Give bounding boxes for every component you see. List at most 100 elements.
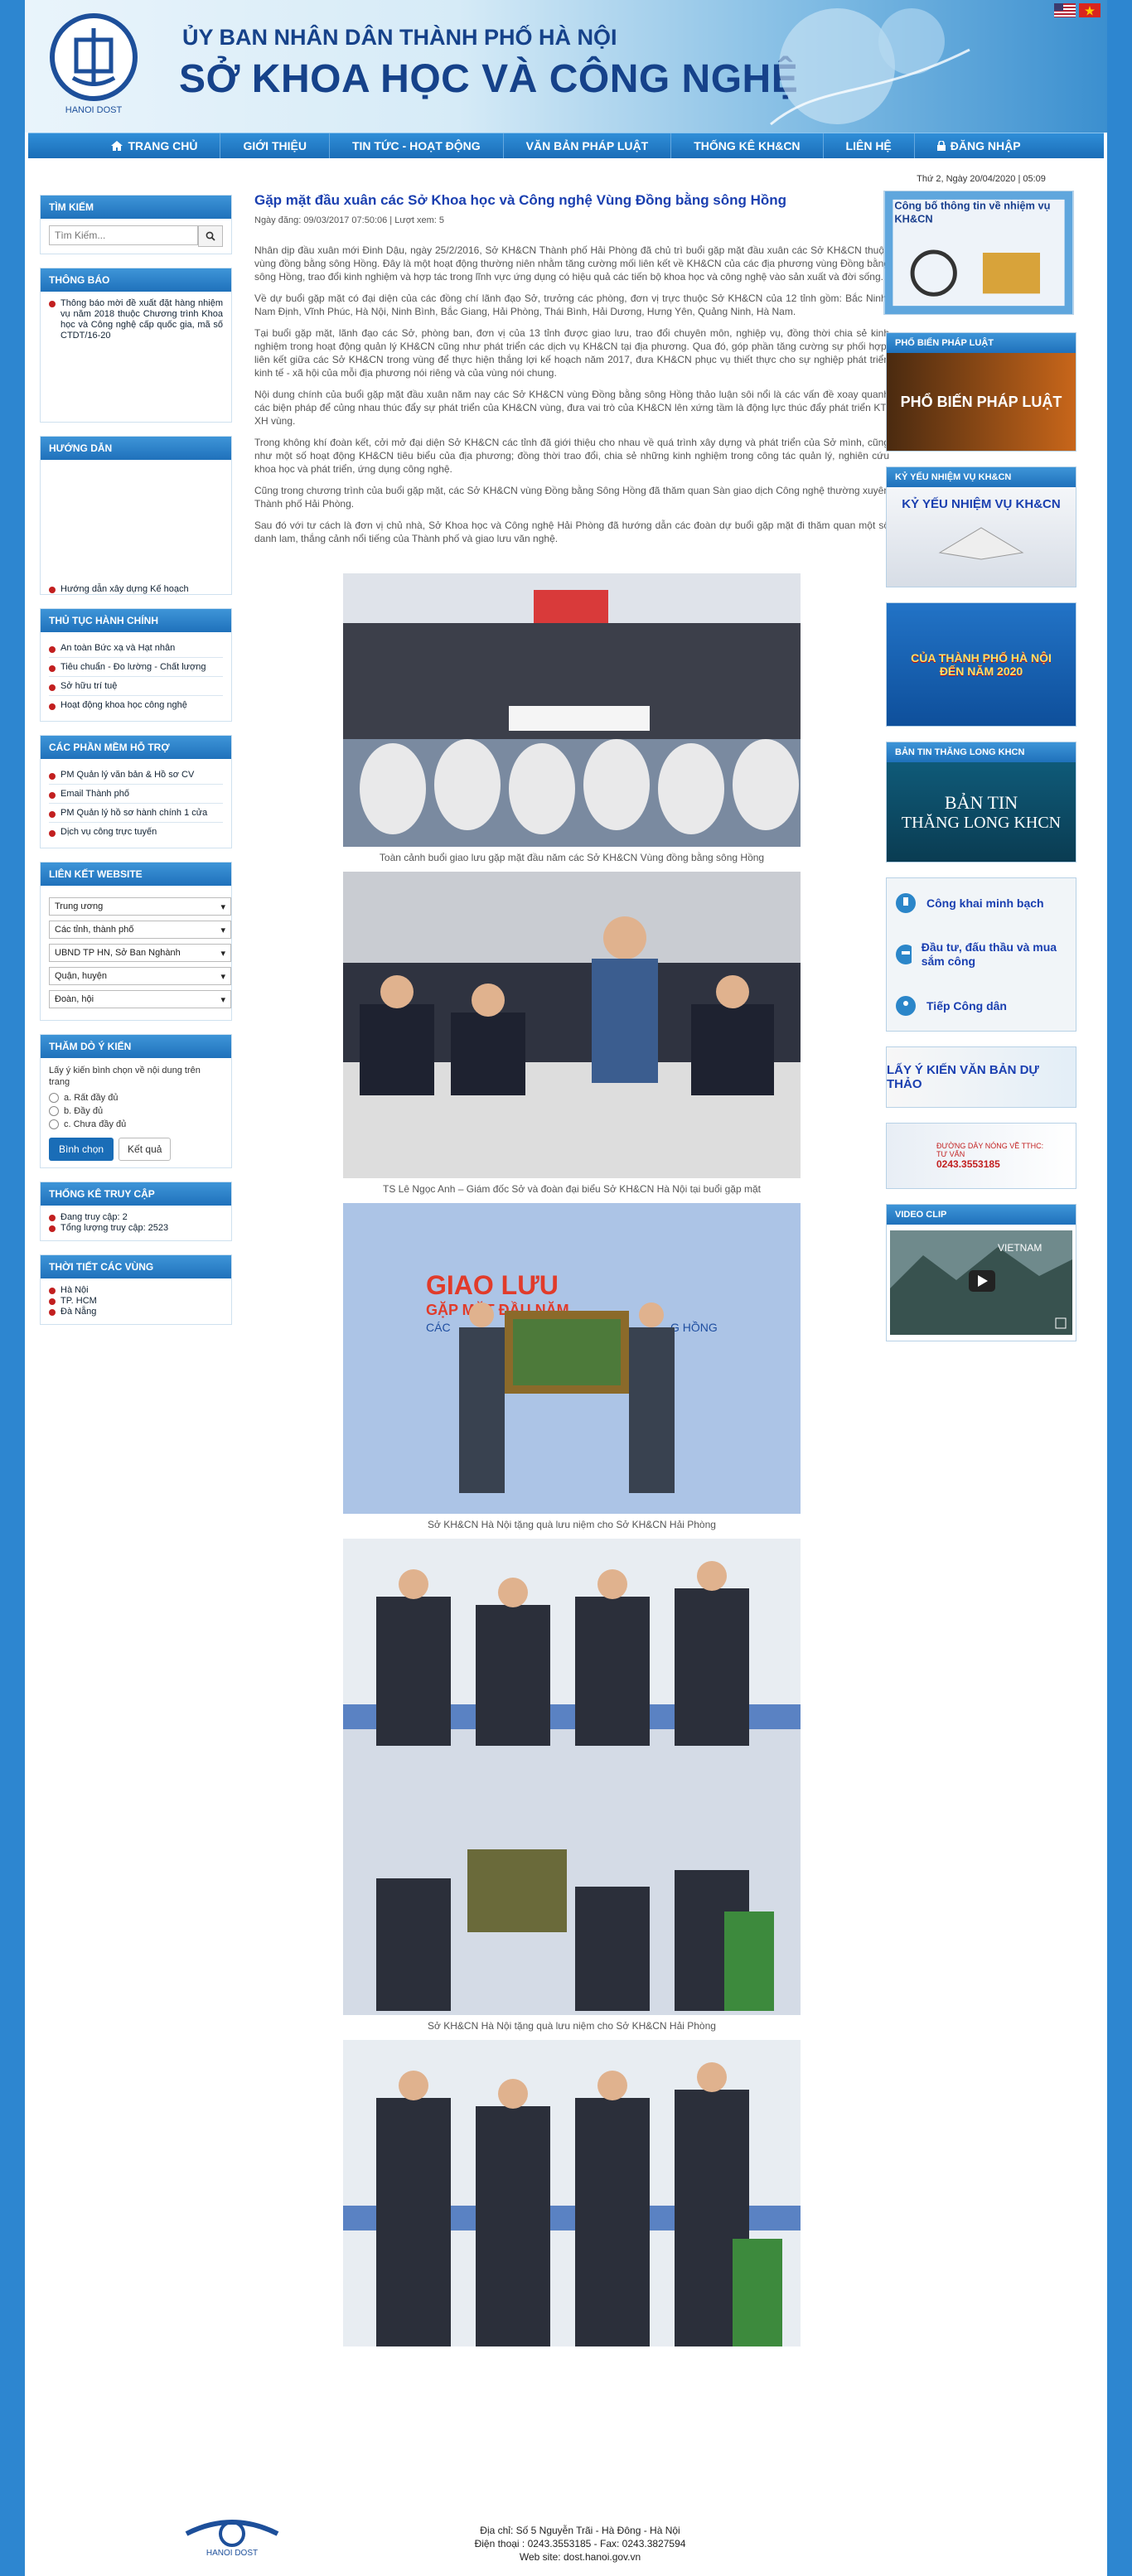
nav-home[interactable]: TRANG CHỦ <box>89 133 221 158</box>
dropdown-arrow-icon: ▾ <box>220 948 225 959</box>
nav-contact[interactable]: LIÊN HỆ <box>824 133 915 158</box>
header-title-line2: SỞ KHOA HỌC VÀ CÔNG NGHỆ <box>179 57 799 101</box>
software-item[interactable]: Dịch vụ công trực tuyến <box>49 823 223 841</box>
law-box: PHỔ BIẾN PHÁP LUẬT PHỔ BIẾN PHÁP LUẬT <box>886 332 1076 452</box>
article-photo <box>343 1539 801 2015</box>
software-item[interactable]: PM Quản lý hồ sơ hành chính 1 cửa <box>49 804 223 823</box>
yearbook-box: KỶ YẾU NHIỆM VỤ KH&CN KỶ YẾU NHIỆM VỤ KH… <box>886 466 1076 587</box>
radio-icon[interactable] <box>49 1093 59 1103</box>
bullet-icon <box>49 772 56 780</box>
footer-logo-caption: HANOI DOST <box>206 2549 258 2557</box>
admin-item[interactable]: Sở hữu trí tuệ <box>49 677 223 696</box>
video-player[interactable]: VIETNAM <box>890 1230 1072 1335</box>
bullet-icon <box>49 703 56 710</box>
search-input[interactable] <box>49 225 198 245</box>
language-switcher <box>1054 3 1101 17</box>
article-paragraph: Trong không khí đoàn kết, cởi mở đại diệ… <box>254 437 889 475</box>
article-title[interactable]: Gặp mặt đầu xuân các Sở Khoa học và Công… <box>254 192 889 209</box>
search-button[interactable] <box>197 225 223 247</box>
public-link[interactable]: Đầu tư, đấu thầu và mua sắm công <box>887 928 1076 981</box>
article-paragraph: Về dự buổi gặp mặt có đại diện của các đ… <box>254 292 889 317</box>
admin-procedures-box: THỦ TỤC HÀNH CHÍNH An toàn Bức xạ và Hạt… <box>40 608 232 722</box>
weather-item[interactable]: Đà Nẵng <box>49 1307 223 1317</box>
article-photo <box>343 2040 801 2346</box>
weather-box: THỜI TIẾT CÁC VÙNG Hà Nội TP. HCM Đà Nẵn… <box>40 1254 232 1325</box>
article-photo <box>343 872 801 1178</box>
software-box: CÁC PHẦN MỀM HỖ TRỢ PM Quản lý văn bản &… <box>40 735 232 848</box>
science-info-banner[interactable]: Công bố thông tin về nhiệm vụ KH&CN <box>883 191 1074 315</box>
vote-button[interactable]: Bình chọn <box>49 1138 114 1161</box>
footer-website[interactable]: Web site: dost.hanoi.gov.vn <box>431 2550 729 2564</box>
newsletter-banner[interactable]: BẢN TIN THĂNG LONG KHCN <box>887 762 1076 862</box>
bullet-icon <box>49 1309 56 1316</box>
poll-box: THĂM DÒ Ý KIẾN Lấy ý kiến bình chọn về n… <box>40 1034 232 1168</box>
gavel-icon <box>896 945 912 964</box>
bullet-icon <box>49 645 56 653</box>
notice-box: THÔNG BÁO Thông báo mời đề xuất đặt hàng… <box>40 268 232 423</box>
stats-total: Tổng lượng truy cập: 2523 <box>49 1223 223 1234</box>
nav-login[interactable]: ĐĂNG NHẬP <box>915 133 1043 158</box>
weather-item[interactable]: Hà Nội <box>49 1285 223 1296</box>
bullet-icon <box>49 301 56 307</box>
poll-option[interactable]: c. Chưa đầy đủ <box>49 1119 223 1129</box>
notice-item[interactable]: Thông báo mời đề xuất đặt hàng nhiệm vụ … <box>49 298 223 341</box>
hanoi-dost-logo[interactable]: HANOI DOST <box>48 12 139 118</box>
city-2020-banner[interactable]: CỦA THÀNH PHỐ HÀ NỘI ĐẾN NĂM 2020 <box>886 602 1076 727</box>
website-links-title: LIÊN KẾT WEBSITE <box>41 863 231 886</box>
english-flag-icon[interactable] <box>1054 3 1076 17</box>
software-item[interactable]: Email Thành phố <box>49 785 223 804</box>
admin-item[interactable]: An toàn Bức xạ và Hạt nhân <box>49 639 223 658</box>
public-link[interactable]: Tiếp Công dân <box>887 981 1076 1031</box>
nav-statistics[interactable]: THỐNG KÊ KH&CN <box>671 133 824 158</box>
law-banner[interactable]: PHỔ BIẾN PHÁP LUẬT <box>887 353 1076 451</box>
search-box: TÌM KIẾM <box>40 195 232 254</box>
link-select-districts[interactable]: Quận, huyện ▾ <box>49 967 231 985</box>
stats-box-title: THỐNG KÊ TRUY CẬP <box>41 1182 231 1206</box>
nav-legal-docs[interactable]: VĂN BẢN PHÁP LUẬT <box>504 133 672 158</box>
video-watermark: VIETNAM <box>998 1242 1042 1254</box>
admin-item[interactable]: Tiêu chuẩn - Đo lường - Chất lượng <box>49 658 223 677</box>
poll-option[interactable]: a. Rất đầy đủ <box>49 1093 223 1103</box>
home-icon <box>111 141 123 151</box>
vietnam-flag-icon[interactable] <box>1079 3 1101 17</box>
yearbook-banner[interactable]: KỶ YẾU NHIỆM VỤ KH&CN <box>887 487 1076 587</box>
software-item[interactable]: PM Quản lý văn bản & Hồ sơ CV <box>49 766 223 785</box>
photo-banner-text: G HỒNG <box>670 1320 718 1334</box>
guide-box: HƯỚNG DẪN Hướng dẫn xây dựng Kế hoạch <box>40 436 232 595</box>
radio-icon[interactable] <box>49 1119 59 1129</box>
weather-box-title: THỜI TIẾT CÁC VÙNG <box>41 1255 231 1278</box>
draft-docs-banner[interactable]: LẤY Ý KIẾN VĂN BẢN DỰ THẢO <box>886 1046 1076 1108</box>
citizen-icon <box>896 996 916 1016</box>
guide-item[interactable]: Hướng dẫn xây dựng Kế hoạch <box>49 584 223 595</box>
hotline-banner[interactable]: ĐƯỜNG DÂY NÓNG VỀ TTHC: TƯ VẤN 0243.3553… <box>886 1123 1076 1189</box>
bullet-icon <box>49 1225 56 1232</box>
poll-option[interactable]: b. Đầy đủ <box>49 1106 223 1116</box>
link-select-central[interactable]: Trung ương ▾ <box>49 897 231 916</box>
poll-box-title: THĂM DÒ Ý KIẾN <box>41 1035 231 1058</box>
bullet-icon <box>49 810 56 818</box>
weather-item[interactable]: TP. HCM <box>49 1296 223 1307</box>
article: Gặp mặt đầu xuân các Sở Khoa học và Công… <box>254 189 889 2346</box>
video-box: VIDEO CLIP VIETNAM <box>886 1204 1076 1341</box>
results-button[interactable]: Kết quả <box>119 1138 172 1161</box>
link-select-unions[interactable]: Đoàn, hội ▾ <box>49 990 231 1008</box>
yearbook-box-title: KỶ YẾU NHIỆM VỤ KH&CN <box>887 467 1076 487</box>
link-select-departments[interactable]: UBND TP HN, Sở Ban Nghành ▾ <box>49 944 231 962</box>
nav-about[interactable]: GIỚI THIỆU <box>220 133 330 158</box>
admin-item[interactable]: Hoạt động khoa học công nghệ <box>49 696 223 714</box>
admin-procedures-title: THỦ TỤC HÀNH CHÍNH <box>41 609 231 632</box>
public-link[interactable]: Công khai minh bạch <box>887 878 1076 928</box>
bullet-icon <box>49 791 56 799</box>
footer-address: Địa chỉ: Số 5 Nguyễn Trãi - Hà Đông - Hà… <box>480 2525 680 2536</box>
link-select-provinces[interactable]: Các tỉnh, thành phố ▾ <box>49 921 231 939</box>
radio-icon[interactable] <box>49 1106 59 1116</box>
poll-question: Lấy ý kiến bình chọn về nội dung trên tr… <box>49 1066 201 1087</box>
bullet-icon <box>49 587 56 593</box>
site-header: HANOI DOST ỦY BAN NHÂN DÂN THÀNH PHỐ HÀ … <box>25 0 1107 133</box>
video-box-title: VIDEO CLIP <box>887 1205 1076 1225</box>
newsletter-box: BẢN TIN THĂNG LONG KHCN BẢN TIN THĂNG LO… <box>886 742 1076 863</box>
website-links-box: LIÊN KẾT WEBSITE Trung ương ▾ Các tỉnh, t… <box>40 862 232 1021</box>
nav-news[interactable]: TIN TỨC - HOẠT ĐỘNG <box>330 133 504 158</box>
stats-online: Đang truy cập: 2 <box>49 1212 223 1223</box>
article-paragraph: Sau đó với tư cách là đơn vị chủ nhà, Sở… <box>254 520 889 544</box>
